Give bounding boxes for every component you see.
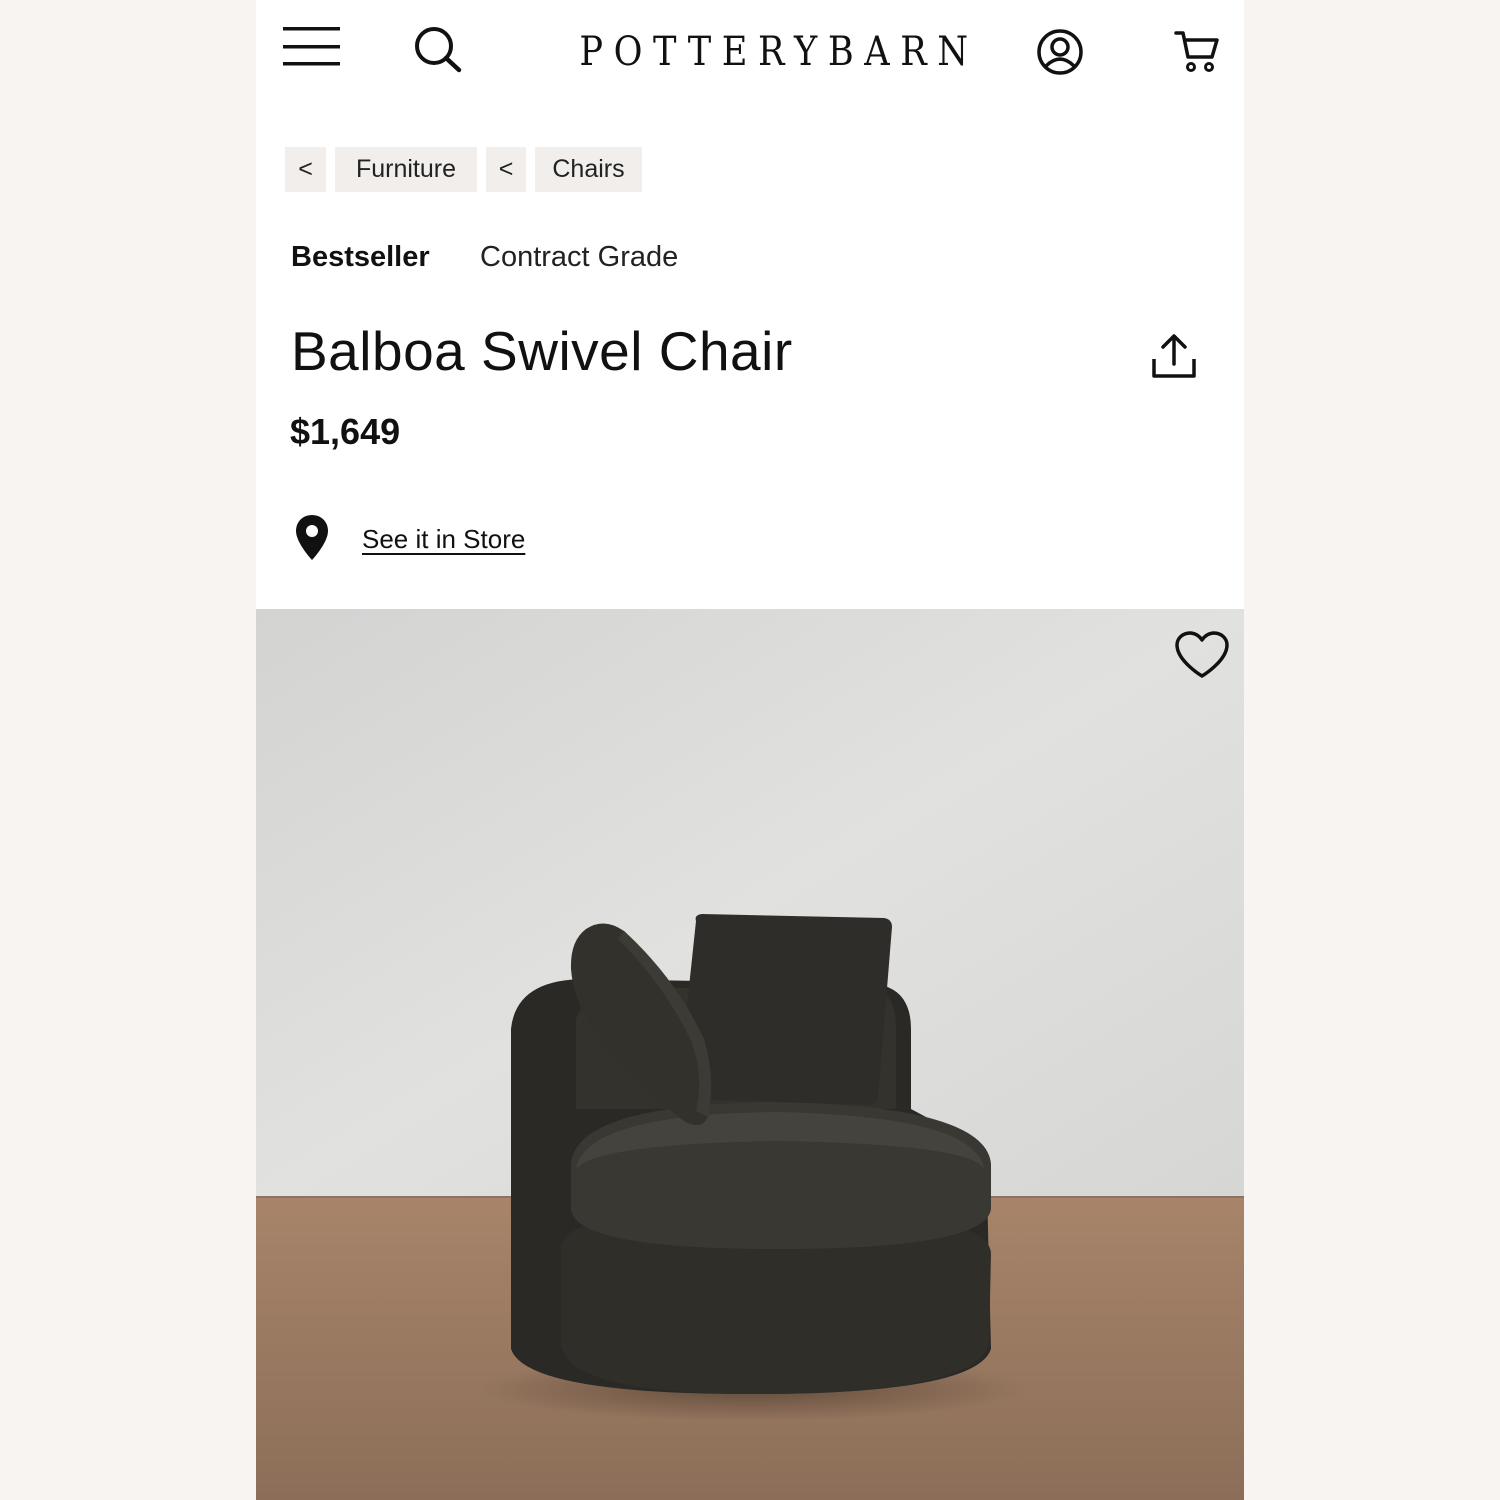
chevron-left-icon: <: [498, 155, 514, 183]
product-page: POTTERYBARN < Furniture < Chairs Bestsel…: [256, 0, 1244, 1500]
see-in-store-link[interactable]: See it in Store: [362, 519, 525, 559]
chevron-left-icon: <: [298, 155, 313, 183]
breadcrumb-label: Chairs: [552, 155, 625, 183]
breadcrumb-label: Furniture: [355, 155, 457, 183]
bestseller-badge: Bestseller: [291, 241, 430, 273]
contract-grade-badge: Contract Grade: [480, 241, 679, 273]
breadcrumb-back-chairs[interactable]: <: [486, 147, 526, 192]
share-icon[interactable]: [1150, 333, 1198, 381]
product-title: Balboa Swivel Chair: [291, 320, 793, 382]
product-price: $1,649: [290, 411, 401, 452]
cart-icon[interactable]: [1174, 29, 1220, 73]
breadcrumb-back-furniture[interactable]: <: [285, 147, 326, 192]
search-icon[interactable]: [413, 26, 463, 74]
account-icon[interactable]: [1036, 28, 1084, 76]
breadcrumb-item-furniture[interactable]: Furniture: [335, 147, 477, 192]
hamburger-menu-icon[interactable]: [283, 27, 341, 67]
product-image[interactable]: [256, 609, 1244, 1500]
brand-logo[interactable]: POTTERYBARN: [579, 26, 968, 78]
location-pin-icon: [295, 514, 329, 562]
heart-icon[interactable]: [1174, 631, 1230, 679]
breadcrumb-item-chairs[interactable]: Chairs: [535, 147, 642, 192]
